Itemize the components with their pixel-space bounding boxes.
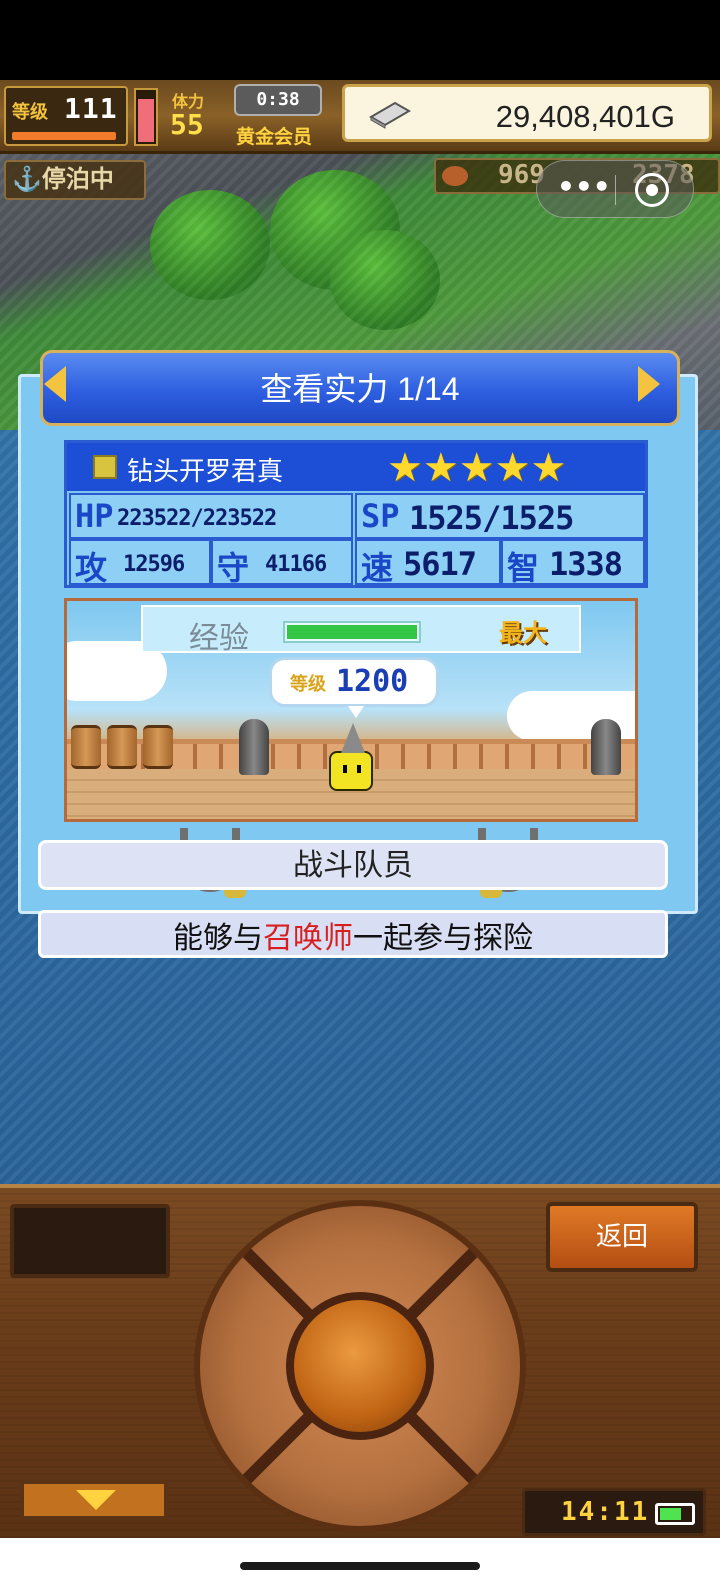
home-indicator[interactable] bbox=[240, 1562, 480, 1570]
level-label: 等级 bbox=[12, 102, 48, 123]
info-highlight: 召唤师 bbox=[263, 922, 353, 955]
character-level-value: 1200 bbox=[336, 664, 409, 699]
player-level-box[interactable]: 等级 111 bbox=[4, 86, 128, 146]
character-eye bbox=[343, 765, 347, 773]
sp-cell: SP 1525/1525 bbox=[355, 493, 645, 539]
info-prefix: 能够与 bbox=[173, 922, 263, 955]
atk-cell: 攻 12596 bbox=[69, 539, 211, 587]
battery-icon bbox=[655, 1503, 695, 1525]
spd-value: 5617 bbox=[403, 545, 477, 583]
status-bar-area bbox=[0, 0, 720, 80]
level-progress-bar bbox=[12, 132, 116, 140]
int-label: 智 bbox=[507, 549, 540, 587]
top-hud: 等级 111 体力 55 0:38 黄金会员 29,408,401G bbox=[0, 80, 720, 154]
menu-slot[interactable] bbox=[10, 1204, 170, 1278]
hp-gauge bbox=[134, 88, 158, 146]
info-message: 能够与召唤师一起参与探险 bbox=[38, 910, 668, 958]
character-scene: 经验 最大 等级 1200 bbox=[64, 598, 638, 822]
scroll-down-button[interactable] bbox=[20, 1480, 168, 1520]
atk-value: 12596 bbox=[123, 552, 185, 577]
character-name: 钻头开罗君真 bbox=[127, 457, 284, 486]
cannon-icon bbox=[239, 719, 269, 775]
battery-level bbox=[660, 1508, 681, 1520]
experience-bar bbox=[283, 621, 421, 643]
barrel-icon bbox=[107, 725, 137, 769]
int-cell: 智 1338 bbox=[501, 539, 645, 587]
character-eye bbox=[357, 765, 361, 773]
clock-display: 14:11 bbox=[522, 1488, 706, 1536]
def-label: 守 bbox=[217, 549, 250, 587]
experience-max-label: 最大 bbox=[499, 620, 547, 647]
stat-row-attributes: 攻 12596 守 41166 速 5617 智 1338 bbox=[67, 539, 645, 587]
experience-box: 经验 最大 bbox=[141, 605, 581, 655]
atk-label: 攻 bbox=[75, 549, 108, 587]
money-value: 29,408,401G bbox=[495, 99, 675, 134]
dock-status-badge[interactable]: ⚓停泊中 bbox=[4, 160, 146, 200]
int-value: 1338 bbox=[549, 545, 623, 583]
character-type-icon bbox=[93, 455, 117, 479]
stat-row-hp-sp: HP 223522/223522 SP 1525/1525 bbox=[67, 493, 645, 539]
section-label-bar: 战斗队员 bbox=[38, 840, 668, 890]
character-sprite bbox=[329, 723, 373, 791]
stamina-value: 55 bbox=[170, 108, 204, 141]
more-menu-icon[interactable]: ••• bbox=[557, 169, 611, 209]
money-display: 29,408,401G bbox=[342, 84, 712, 142]
stamina-timer: 0:38 bbox=[234, 84, 322, 116]
anchor-icon: ⚓ bbox=[12, 166, 42, 193]
next-arrow-icon[interactable] bbox=[638, 366, 660, 402]
dialog-title: 查看实力 1/14 bbox=[260, 371, 460, 407]
hp-cell: HP 223522/223522 bbox=[69, 493, 353, 539]
miniprogram-capsule: ••• bbox=[536, 160, 694, 218]
capsule-divider bbox=[615, 175, 616, 205]
hp-value: 223522/223522 bbox=[117, 506, 277, 531]
membership-label[interactable]: 黄金会员 bbox=[236, 122, 312, 149]
rank-stars: ★★★★★ bbox=[387, 445, 567, 491]
level-value: 111 bbox=[64, 92, 118, 125]
hp-gauge-fill bbox=[138, 99, 154, 142]
system-nav-area bbox=[0, 1538, 720, 1584]
center-action-button[interactable] bbox=[286, 1292, 434, 1440]
section-label: 战斗队员 bbox=[293, 849, 413, 882]
prev-arrow-icon[interactable] bbox=[44, 366, 66, 402]
spd-label: 速 bbox=[361, 549, 394, 587]
sp-value: 1525/1525 bbox=[409, 499, 574, 537]
wooden-controller: 返回 14:11 bbox=[0, 1184, 720, 1538]
character-stats-panel: 钻头开罗君真 ★★★★★ HP 223522/223522 SP 1525/15… bbox=[64, 440, 648, 588]
spd-cell: 速 5617 bbox=[355, 539, 501, 587]
silver-bar-icon bbox=[369, 101, 411, 129]
down-arrow-icon bbox=[76, 1490, 116, 1510]
barrel-icon bbox=[71, 725, 101, 769]
clock-time: 14:11 bbox=[561, 1497, 650, 1527]
close-target-icon[interactable] bbox=[635, 173, 669, 207]
sp-label: SP bbox=[361, 497, 400, 535]
info-suffix: 一起参与探险 bbox=[353, 922, 533, 955]
hp-label: HP bbox=[75, 497, 114, 535]
barrel-icon bbox=[143, 725, 173, 769]
experience-bar-fill bbox=[287, 625, 417, 639]
experience-label: 经验 bbox=[189, 622, 249, 655]
back-button[interactable]: 返回 bbox=[546, 1202, 698, 1272]
character-level-bubble: 等级 1200 bbox=[269, 657, 439, 718]
character-name-row: 钻头开罗君真 ★★★★★ bbox=[67, 443, 645, 491]
resource-icon bbox=[442, 166, 468, 186]
def-cell: 守 41166 bbox=[211, 539, 353, 587]
character-level-tag: 等级 bbox=[290, 674, 326, 694]
dialog-title-bar: 查看实力 1/14 bbox=[40, 350, 680, 426]
def-value: 41166 bbox=[265, 552, 327, 577]
dock-status-label: 停泊中 bbox=[41, 166, 114, 193]
cannon-icon bbox=[591, 719, 621, 775]
